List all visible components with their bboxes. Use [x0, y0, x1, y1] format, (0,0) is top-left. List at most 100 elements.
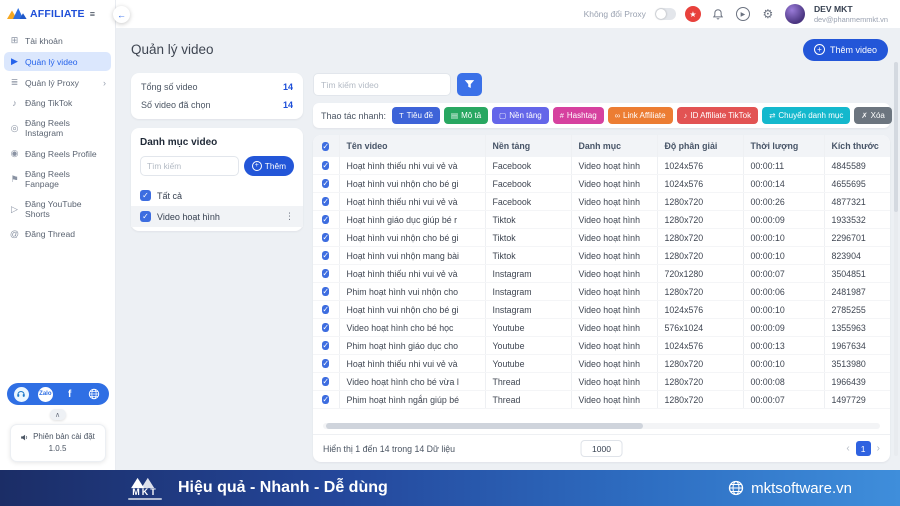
sidebar-item-label: Tài khoản [25, 36, 63, 46]
cell-size: 2785255 [824, 301, 890, 319]
cell-duration: 00:00:09 [743, 211, 824, 229]
sidebar-item[interactable]: ◎ Đăng Reels Instagram [4, 114, 111, 142]
table-row[interactable]: Phim hoạt hình giáo dục cho Youtube Vide… [313, 337, 890, 355]
support-headset-icon[interactable] [14, 387, 29, 402]
category-checkbox[interactable] [140, 211, 151, 222]
bell-icon[interactable] [710, 6, 726, 22]
row-checkbox[interactable] [322, 287, 329, 296]
cell-resolution: 1280x720 [657, 211, 743, 229]
row-checkbox[interactable] [322, 197, 329, 206]
row-checkbox[interactable] [322, 233, 329, 242]
row-checkbox[interactable] [322, 359, 329, 368]
quick-action-button[interactable]: ∞ Link Affiliate [608, 107, 673, 124]
sidebar-item[interactable]: ▷ Đăng YouTube Shorts [4, 195, 111, 223]
current-page-button[interactable]: 1 [856, 441, 871, 456]
website-globe-icon[interactable] [86, 387, 101, 402]
add-video-button[interactable]: + Thêm video [803, 39, 888, 61]
row-checkbox[interactable] [322, 269, 329, 278]
horizontal-scrollbar[interactable] [323, 423, 880, 429]
add-category-button[interactable]: + Thêm [244, 156, 294, 176]
table-row[interactable]: Hoạt hình thiếu nhi vui vẻ và Facebook V… [313, 193, 890, 211]
row-checkbox[interactable] [322, 179, 329, 188]
table-row[interactable]: Hoạt hình vui nhộn cho bé gi Tiktok Vide… [313, 229, 890, 247]
table-row[interactable]: Hoạt hình vui nhộn mang bài Tiktok Video… [313, 247, 890, 265]
category-list-item[interactable]: Tất cả ⋮ [131, 185, 303, 206]
sidebar-item[interactable]: ⚑ Đăng Reels Fanpage [4, 165, 111, 193]
zalo-icon[interactable]: Zalo [38, 387, 53, 402]
cell-duration: 00:00:10 [743, 301, 824, 319]
star-badge-icon[interactable]: ★ [685, 6, 701, 22]
quick-action-button[interactable]: ▤ Mô tả [444, 107, 488, 124]
sidebar-item[interactable]: @ Đăng Thread [4, 225, 111, 243]
table-row[interactable]: Phim hoạt hình ngắn giúp bé Thread Video… [313, 391, 890, 409]
cell-duration: 00:00:13 [743, 337, 824, 355]
sidebar-item[interactable]: ♪ Đăng TikTok [4, 94, 111, 112]
row-checkbox[interactable] [322, 341, 329, 350]
prev-page-icon[interactable]: ‹ [846, 443, 849, 454]
collapse-version-button[interactable]: ∧ [50, 409, 66, 420]
table-row[interactable]: Hoạt hình thiếu nhi vui vẻ và Facebook V… [313, 157, 890, 175]
user-avatar[interactable] [785, 4, 805, 24]
filter-button[interactable] [457, 73, 482, 96]
table-row[interactable]: Hoạt hình thiếu nhi vui vẻ và Youtube Vi… [313, 355, 890, 373]
row-checkbox[interactable] [322, 323, 329, 332]
quick-action-button[interactable]: ⇄ Chuyển danh mục [762, 107, 850, 124]
selected-videos-value: 14 [283, 100, 293, 110]
sidebar-item[interactable]: ⊞ Tài khoản [4, 31, 111, 50]
sidebar-collapse-button[interactable]: ← [113, 6, 130, 23]
vertical-scrollbar[interactable] [894, 62, 898, 456]
row-checkbox[interactable] [322, 215, 329, 224]
help-play-icon[interactable]: ▶ [735, 6, 751, 22]
link-icon: ∞ [615, 111, 620, 120]
menu-icon[interactable]: ≡ [90, 9, 95, 19]
cell-resolution: 1024x576 [657, 301, 743, 319]
table-column-header[interactable]: Danh mục [571, 135, 657, 157]
table-column-header[interactable]: Kích thước [824, 135, 890, 157]
table-column-header[interactable]: Tên video [339, 135, 485, 157]
cell-resolution: 1280x720 [657, 355, 743, 373]
category-checkbox[interactable] [140, 190, 151, 201]
sidebar-item[interactable]: ▶ Quản lý video [4, 52, 111, 71]
video-search-input[interactable] [313, 73, 451, 96]
page-size-select[interactable]: 1000 [580, 440, 623, 457]
row-checkbox[interactable] [322, 395, 329, 404]
cell-size: 4655695 [824, 175, 890, 193]
settings-gear-icon[interactable]: ⚙ [760, 6, 776, 22]
cell-resolution: 1280x720 [657, 391, 743, 409]
row-checkbox[interactable] [322, 161, 329, 170]
kebab-menu-icon[interactable]: ⋮ [285, 211, 294, 222]
sidebar-item-label: Đăng TikTok [25, 98, 72, 108]
table-row[interactable]: Video hoạt hình cho bé học Youtube Video… [313, 319, 890, 337]
category-label: Video hoạt hình [157, 212, 220, 222]
quick-action-button[interactable]: T Tiêu đề [392, 107, 440, 124]
sidebar-item[interactable]: ◉ Đăng Reels Profile [4, 144, 111, 163]
table-column-header[interactable]: Thời lượng [743, 135, 824, 157]
user-meta[interactable]: DEV MKT dev@phanmemmkt.vn [814, 4, 888, 24]
next-page-icon[interactable]: › [877, 443, 880, 454]
row-checkbox[interactable] [322, 305, 329, 314]
banner-website[interactable]: mktsoftware.vn [728, 480, 852, 497]
cell-category: Video hoạt hình [571, 283, 657, 301]
quick-action-button[interactable]: ▢ Nền tảng [492, 107, 549, 124]
table-column-header[interactable]: Nền tảng [485, 135, 571, 157]
row-checkbox[interactable] [322, 377, 329, 386]
table-row[interactable]: Hoạt hình giáo dục giúp bé r Tiktok Vide… [313, 211, 890, 229]
quick-action-button[interactable]: ✗ Xóa [854, 107, 892, 124]
table-row[interactable]: Hoạt hình thiếu nhi vui vẻ và Instagram … [313, 265, 890, 283]
select-all-checkbox[interactable] [322, 142, 329, 151]
table-row[interactable]: Hoạt hình vui nhộn cho bé gi Instagram V… [313, 301, 890, 319]
table-row[interactable]: Video hoạt hình cho bé vừa l Thread Vide… [313, 373, 890, 391]
category-list-item[interactable]: Video hoạt hình ⋮ [131, 206, 303, 227]
quick-action-button[interactable]: # Hashtag [553, 107, 604, 124]
category-search-input[interactable] [140, 156, 239, 176]
proxy-toggle[interactable] [655, 8, 676, 20]
cell-duration: 00:00:07 [743, 265, 824, 283]
table-row[interactable]: Phim hoạt hình vui nhộn cho Instagram Vi… [313, 283, 890, 301]
table-column-header[interactable]: Độ phân giải [657, 135, 743, 157]
facebook-icon[interactable]: f [62, 387, 77, 402]
row-checkbox[interactable] [322, 251, 329, 260]
table-row[interactable]: Hoạt hình vui nhộn cho bé gi Facebook Vi… [313, 175, 890, 193]
sidebar-item[interactable]: ≣ Quản lý Proxy [4, 73, 111, 92]
selected-videos-row: Số video đã chọn 14 [141, 100, 293, 110]
quick-action-button[interactable]: ♪ ID Affiliate TikTok [677, 107, 759, 124]
